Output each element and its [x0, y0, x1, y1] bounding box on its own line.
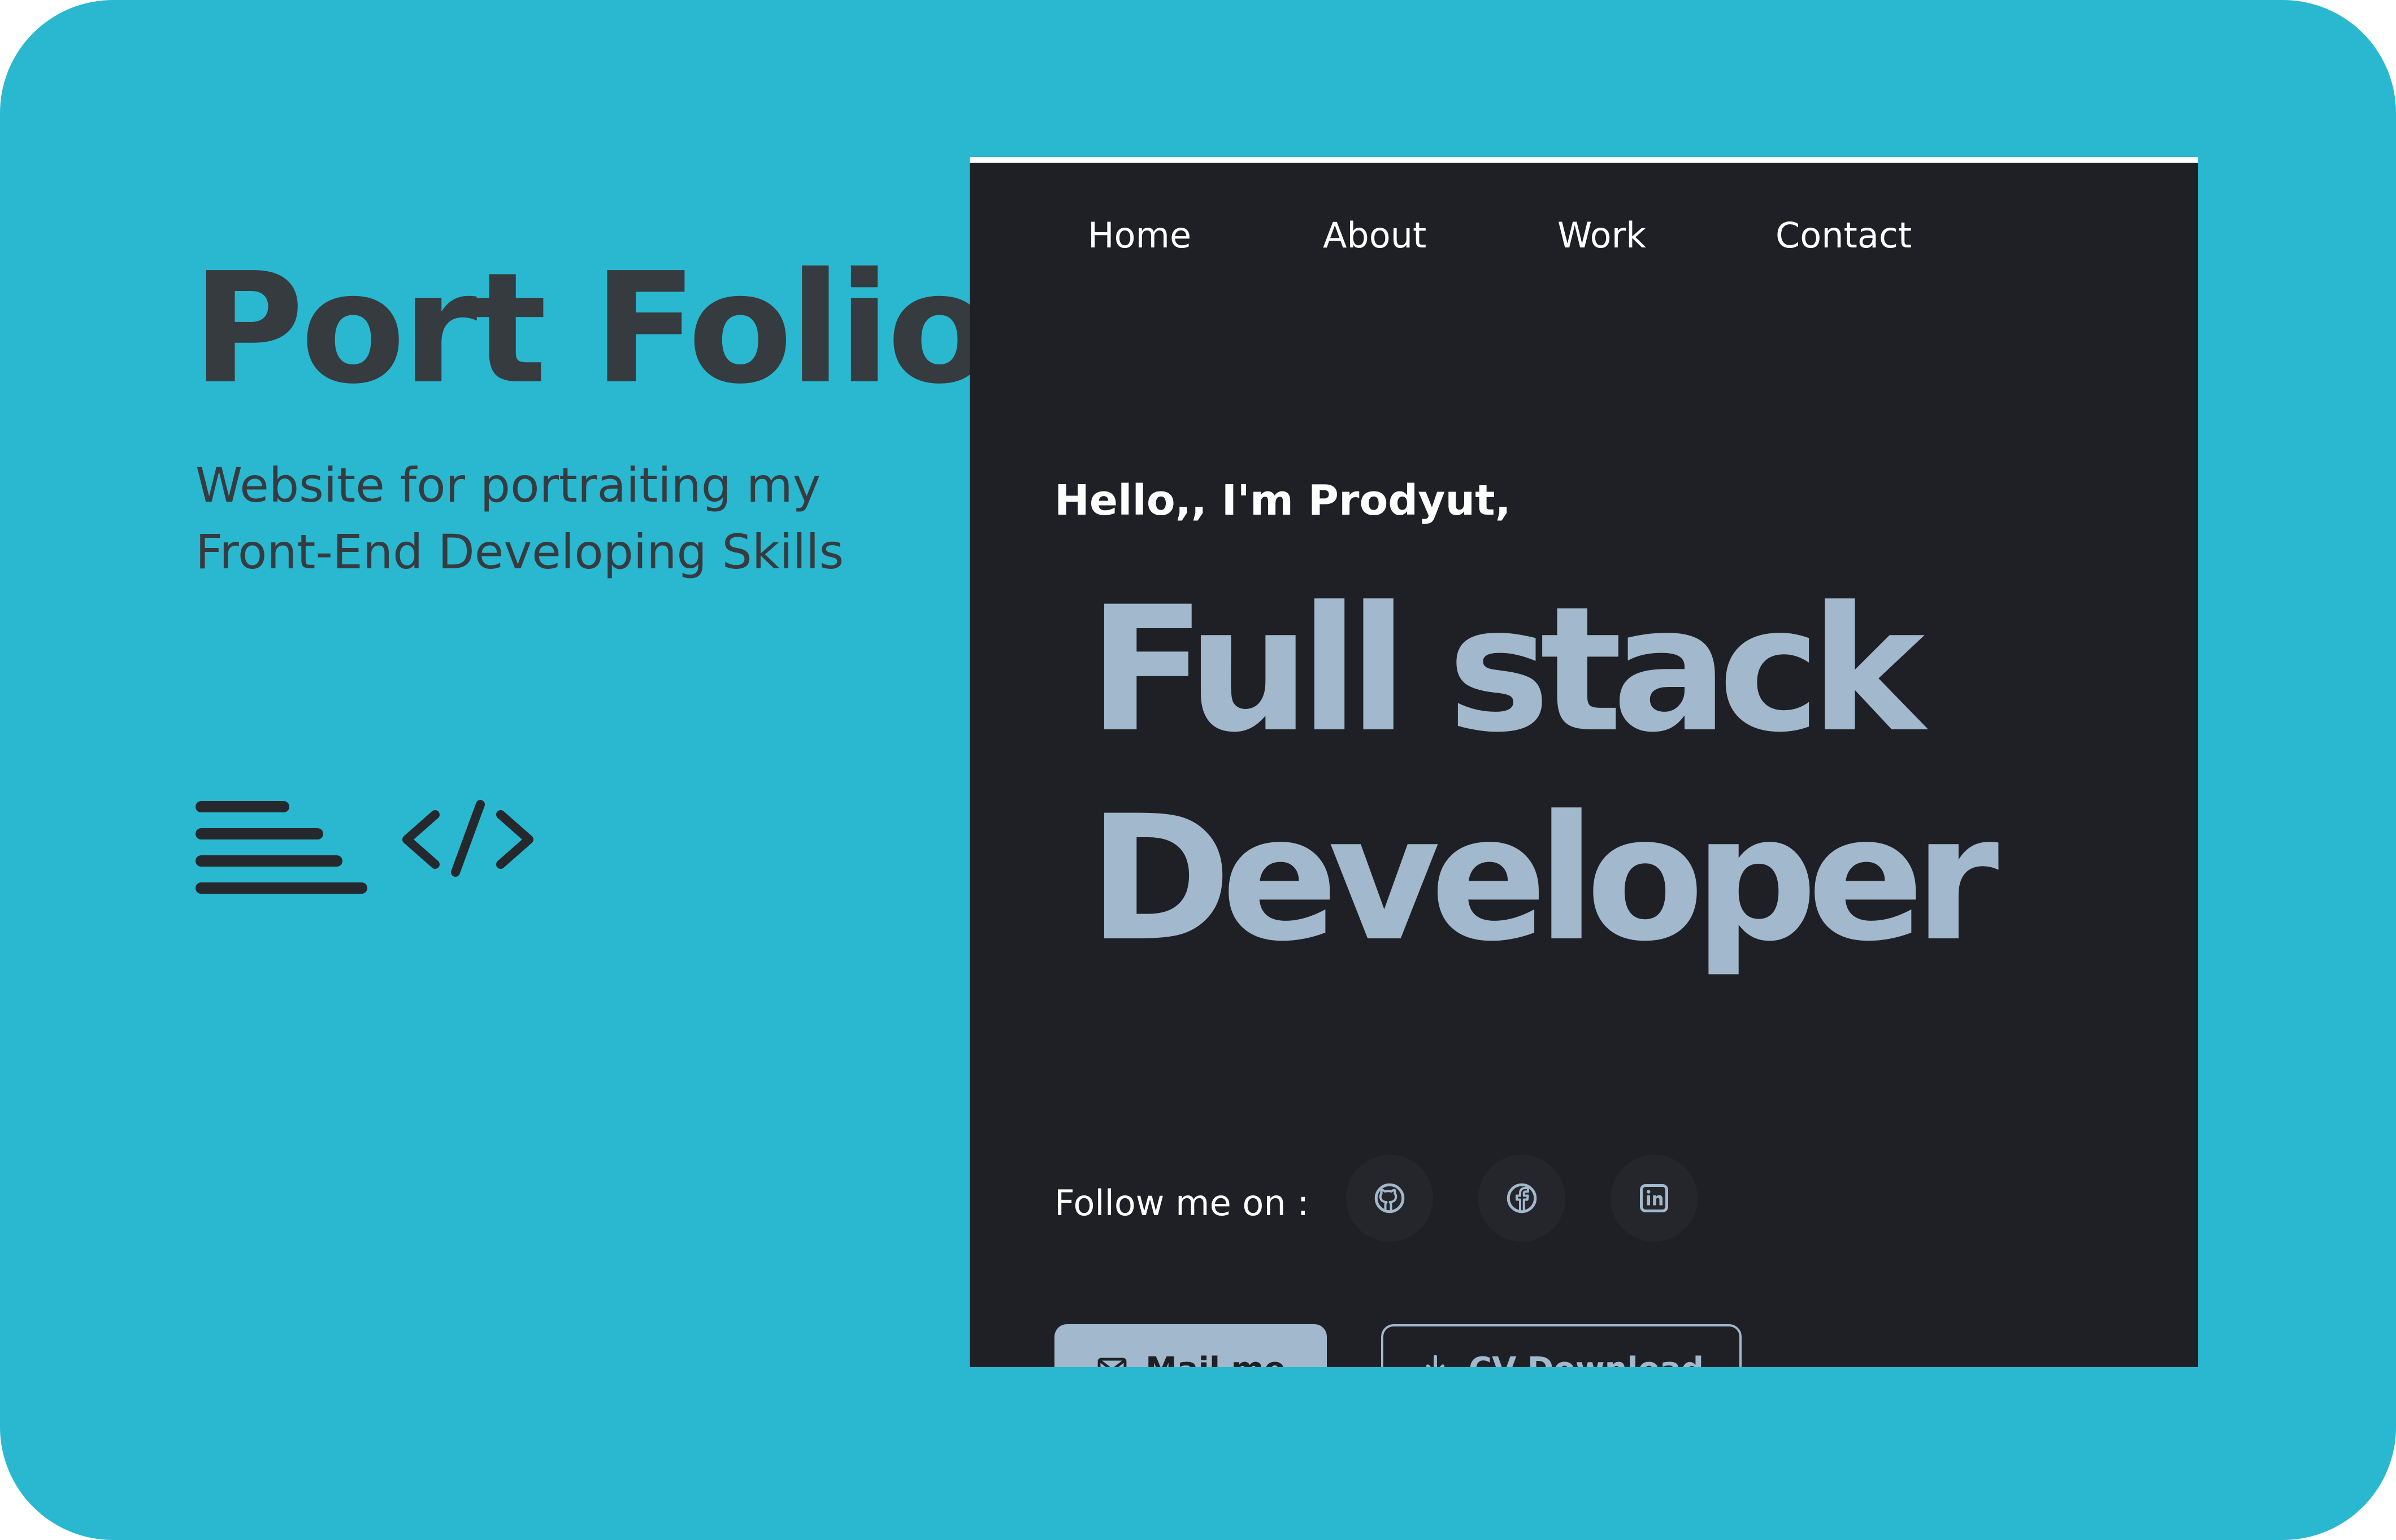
- download-icon: [1426, 1355, 1445, 1367]
- site-nav: Home About Work Contact: [970, 163, 2198, 310]
- showcase-card: Port Folio Website for portraiting my Fr…: [0, 0, 2396, 1540]
- nav-link-work[interactable]: Work: [1557, 215, 1646, 256]
- project-description: Website for portraiting my Front-End Dev…: [196, 458, 844, 580]
- github-icon: [1374, 1183, 1405, 1213]
- nav-link-contact[interactable]: Contact: [1776, 215, 1912, 256]
- hero-headline-line1: Full stack: [1088, 569, 1925, 770]
- website-preview: Home About Work Contact Hello,, I'm Prod…: [970, 157, 2198, 1367]
- project-title: Port Folio: [192, 240, 992, 417]
- nav-link-home[interactable]: Home: [1088, 215, 1191, 256]
- mail-me-label: Mail me: [1145, 1351, 1286, 1368]
- nav-link-about[interactable]: About: [1323, 215, 1426, 256]
- linkedin-button[interactable]: [1611, 1155, 1698, 1242]
- follow-label: Follow me on :: [1054, 1182, 1309, 1224]
- github-button[interactable]: [1346, 1155, 1433, 1242]
- facebook-button[interactable]: [1478, 1155, 1565, 1242]
- text-lines-icon: [196, 801, 368, 897]
- cv-download-button[interactable]: CV Download: [1381, 1324, 1742, 1367]
- mail-icon: [1097, 1358, 1127, 1367]
- facebook-icon: [1507, 1183, 1537, 1213]
- mail-me-button[interactable]: Mail me: [1054, 1324, 1327, 1367]
- hero-greeting: Hello,, I'm Prodyut,: [1054, 476, 1511, 525]
- code-icon: [402, 800, 533, 877]
- hero-headline-line2: Developer: [1088, 778, 1999, 979]
- linkedin-icon: [1640, 1184, 1668, 1212]
- cv-download-label: CV Download: [1469, 1351, 1704, 1368]
